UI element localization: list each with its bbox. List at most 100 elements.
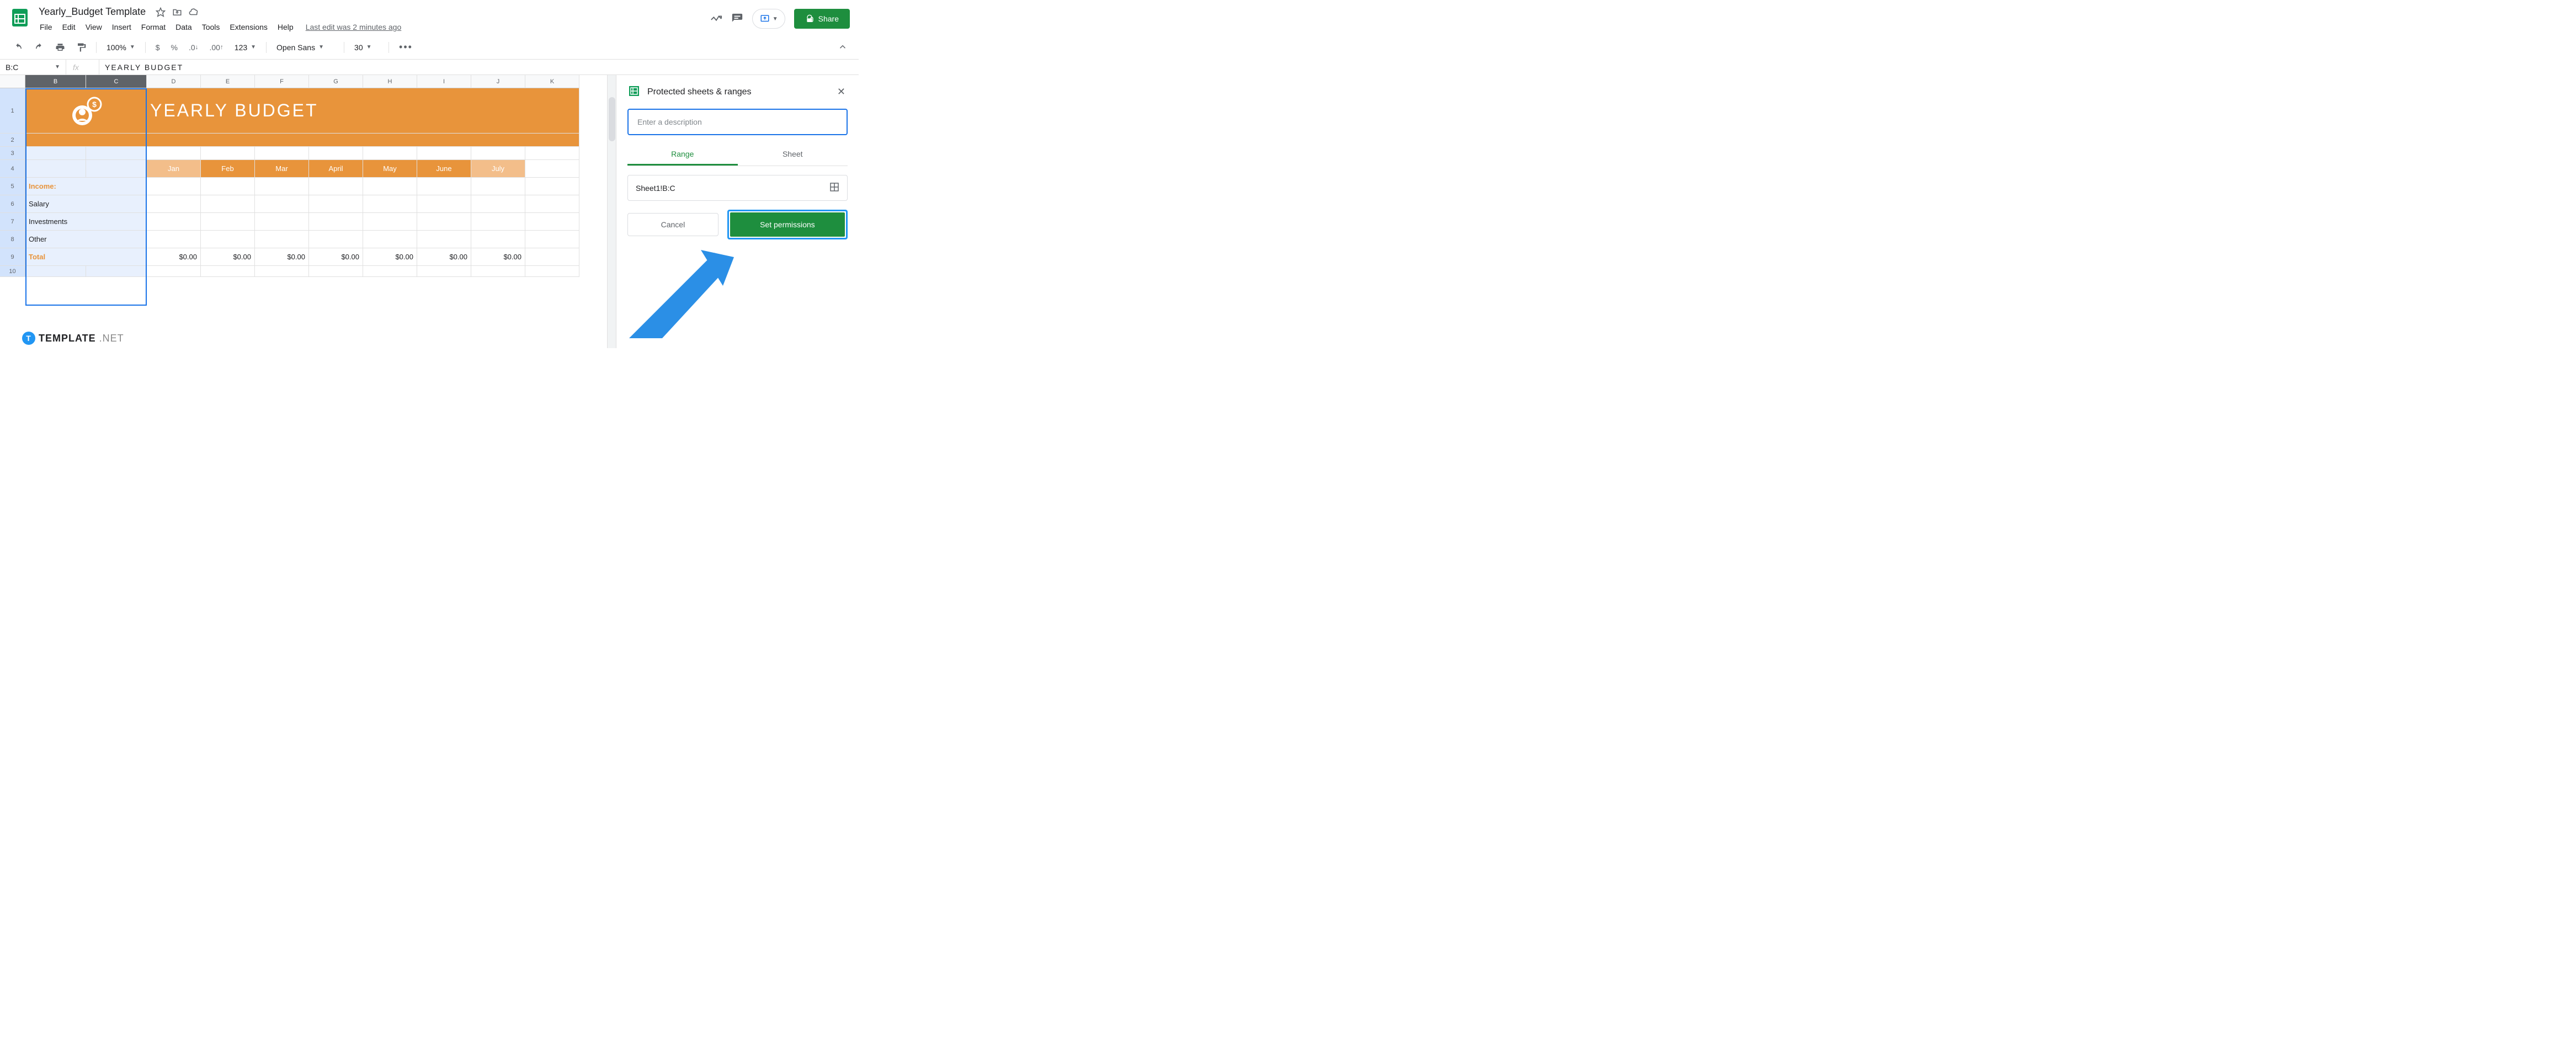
- cell-k9[interactable]: [525, 248, 579, 266]
- cell-banner-title[interactable]: YEARLY BUDGET: [147, 88, 579, 134]
- cell-i7[interactable]: [417, 213, 471, 231]
- cell-e10[interactable]: [201, 266, 255, 277]
- cell-k6[interactable]: [525, 195, 579, 213]
- formula-input[interactable]: YEARLY BUDGET: [99, 63, 189, 72]
- cell-e4-month[interactable]: Feb: [201, 160, 255, 178]
- select-all-corner[interactable]: [0, 75, 25, 88]
- menu-insert[interactable]: Insert: [108, 20, 136, 34]
- cell-d9[interactable]: $0.00: [147, 248, 201, 266]
- cell-b4[interactable]: [25, 160, 86, 178]
- cell-d4-month[interactable]: Jan: [147, 160, 201, 178]
- scrollbar-thumb[interactable]: [609, 97, 615, 141]
- row-header-2[interactable]: 2: [0, 134, 25, 147]
- cell-b2[interactable]: [25, 134, 147, 147]
- cell-h4-month[interactable]: May: [363, 160, 417, 178]
- cell-j6[interactable]: [471, 195, 525, 213]
- cell-f4-month[interactable]: Mar: [255, 160, 309, 178]
- cell-h9[interactable]: $0.00: [363, 248, 417, 266]
- col-header-j[interactable]: J: [471, 75, 525, 88]
- cell-k7[interactable]: [525, 213, 579, 231]
- last-edit-link[interactable]: Last edit was 2 minutes ago: [306, 20, 402, 34]
- row-header-6[interactable]: 6: [0, 195, 25, 213]
- move-icon[interactable]: [172, 7, 182, 17]
- collapse-toolbar-icon[interactable]: [838, 42, 848, 54]
- cell-h3[interactable]: [363, 147, 417, 160]
- cell-i10[interactable]: [417, 266, 471, 277]
- cell-k4[interactable]: [525, 160, 579, 178]
- number-format-select[interactable]: 123▼: [230, 40, 260, 55]
- cell-g3[interactable]: [309, 147, 363, 160]
- cell-k5[interactable]: [525, 178, 579, 195]
- set-permissions-button[interactable]: Set permissions: [730, 212, 845, 237]
- cell-j9[interactable]: $0.00: [471, 248, 525, 266]
- cloud-status-icon[interactable]: [189, 7, 200, 17]
- menu-extensions[interactable]: Extensions: [225, 20, 272, 34]
- cell-e7[interactable]: [201, 213, 255, 231]
- cell-e8[interactable]: [201, 231, 255, 248]
- cell-i4-month[interactable]: June: [417, 160, 471, 178]
- percent-button[interactable]: %: [167, 40, 182, 55]
- cell-d6[interactable]: [147, 195, 201, 213]
- star-icon[interactable]: [156, 7, 166, 17]
- cell-d5[interactable]: [147, 178, 201, 195]
- font-size-select[interactable]: 30▼: [350, 40, 383, 55]
- col-header-f[interactable]: F: [255, 75, 309, 88]
- cell-e6[interactable]: [201, 195, 255, 213]
- cell-b10[interactable]: [25, 266, 86, 277]
- cell-f10[interactable]: [255, 266, 309, 277]
- cell-g10[interactable]: [309, 266, 363, 277]
- range-input[interactable]: Sheet1!B:C: [627, 175, 848, 201]
- cell-d8[interactable]: [147, 231, 201, 248]
- cell-e9[interactable]: $0.00: [201, 248, 255, 266]
- cell-g9[interactable]: $0.00: [309, 248, 363, 266]
- row-header-5[interactable]: 5: [0, 178, 25, 195]
- row-header-4[interactable]: 4: [0, 160, 25, 178]
- col-header-b[interactable]: B: [25, 75, 86, 88]
- cell-i8[interactable]: [417, 231, 471, 248]
- cell-j5[interactable]: [471, 178, 525, 195]
- cell-f8[interactable]: [255, 231, 309, 248]
- col-header-g[interactable]: G: [309, 75, 363, 88]
- cell-d10[interactable]: [147, 266, 201, 277]
- share-button[interactable]: Share: [794, 9, 850, 29]
- menu-data[interactable]: Data: [171, 20, 196, 34]
- cell-g4-month[interactable]: April: [309, 160, 363, 178]
- print-button[interactable]: [51, 39, 70, 56]
- cell-k8[interactable]: [525, 231, 579, 248]
- cell-h8[interactable]: [363, 231, 417, 248]
- comments-icon[interactable]: [731, 13, 743, 25]
- cell-b6-salary[interactable]: Salary: [25, 195, 147, 213]
- menu-file[interactable]: File: [35, 20, 57, 34]
- cell-b7-investments[interactable]: Investments: [25, 213, 147, 231]
- font-select[interactable]: Open Sans▼: [272, 40, 338, 55]
- sheets-logo-icon[interactable]: [9, 7, 31, 29]
- cell-j4-month[interactable]: July: [471, 160, 525, 178]
- cell-c4[interactable]: [86, 160, 147, 178]
- cell-j8[interactable]: [471, 231, 525, 248]
- row-header-10[interactable]: 10: [0, 266, 25, 277]
- cell-j3[interactable]: [471, 147, 525, 160]
- cell-h6[interactable]: [363, 195, 417, 213]
- tab-range[interactable]: Range: [627, 144, 738, 166]
- cell-j7[interactable]: [471, 213, 525, 231]
- row-header-9[interactable]: 9: [0, 248, 25, 266]
- cell-b3[interactable]: [25, 147, 86, 160]
- cell-g8[interactable]: [309, 231, 363, 248]
- paint-format-button[interactable]: [72, 39, 91, 56]
- cell-g6[interactable]: [309, 195, 363, 213]
- col-header-i[interactable]: I: [417, 75, 471, 88]
- cell-k10[interactable]: [525, 266, 579, 277]
- menu-view[interactable]: View: [81, 20, 107, 34]
- cell-h10[interactable]: [363, 266, 417, 277]
- name-box[interactable]: B:C▼: [0, 60, 66, 74]
- row-header-1[interactable]: 1: [0, 88, 25, 134]
- cell-b9-total[interactable]: Total: [25, 248, 147, 266]
- cancel-button[interactable]: Cancel: [627, 213, 718, 236]
- cell-i3[interactable]: [417, 147, 471, 160]
- cell-e5[interactable]: [201, 178, 255, 195]
- col-header-e[interactable]: E: [201, 75, 255, 88]
- col-header-d[interactable]: D: [147, 75, 201, 88]
- cell-c3[interactable]: [86, 147, 147, 160]
- cell-k3[interactable]: [525, 147, 579, 160]
- cell-h7[interactable]: [363, 213, 417, 231]
